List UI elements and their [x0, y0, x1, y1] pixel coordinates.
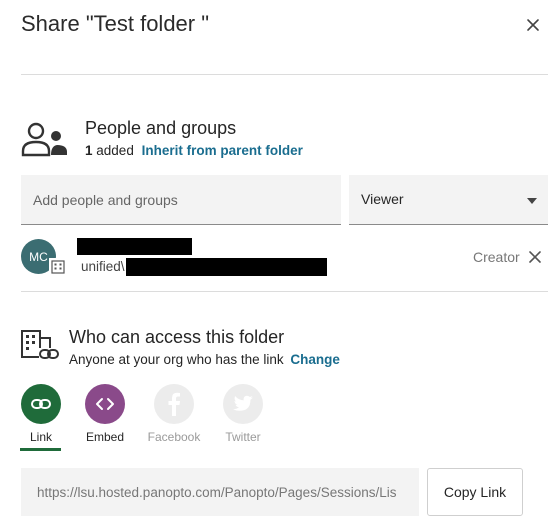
redacted-user-name: [77, 238, 192, 255]
change-access-link[interactable]: Change: [290, 352, 340, 367]
close-icon: [529, 251, 541, 263]
access-section-title: Who can access this folder: [69, 327, 285, 347]
people-count: 1: [85, 143, 93, 158]
share-embed-button[interactable]: [85, 384, 125, 424]
share-facebook-button[interactable]: [154, 384, 194, 424]
share-twitter-button[interactable]: [223, 384, 263, 424]
copy-link-button[interactable]: Copy Link: [427, 468, 523, 516]
active-tab-underline: [20, 448, 61, 451]
share-embed-label: Embed: [85, 430, 125, 444]
add-people-input[interactable]: [21, 175, 341, 225]
share-twitter-label: Twitter: [225, 430, 261, 444]
access-description: Anyone at your org who has the link: [69, 352, 284, 367]
access-description-row: Anyone at your org who has the link Chan…: [69, 352, 340, 367]
redacted-user-account: [126, 258, 327, 276]
people-count-row: 1 added Inherit from parent folder: [85, 143, 303, 158]
people-icon: [21, 122, 69, 163]
role-select-value: Viewer: [361, 191, 404, 207]
member-divider: [21, 291, 548, 292]
member-account: unified\: [81, 259, 125, 274]
header-divider: [21, 74, 548, 75]
inherit-link[interactable]: Inherit from parent folder: [142, 143, 303, 158]
close-icon: [527, 19, 539, 31]
member-role: Creator: [473, 249, 520, 265]
people-section-title: People and groups: [85, 118, 237, 138]
code-icon: [96, 398, 114, 410]
share-facebook-label: Facebook: [147, 430, 201, 444]
link-icon: [31, 399, 51, 409]
dialog-title: Share "Test folder ": [21, 11, 210, 36]
building-badge-icon: [49, 258, 67, 275]
share-link-button[interactable]: [21, 384, 61, 424]
share-link-field[interactable]: https://lsu.hosted.panopto.com/Panopto/P…: [21, 468, 419, 516]
chevron-down-icon: [527, 198, 537, 204]
people-count-suffix: added: [96, 143, 134, 158]
facebook-icon: [168, 392, 180, 416]
building-link-icon: [20, 328, 60, 367]
twitter-icon: [233, 395, 253, 411]
close-button[interactable]: [522, 14, 544, 36]
role-select[interactable]: Viewer: [349, 175, 548, 225]
share-link-label: Link: [29, 430, 52, 444]
remove-member-button[interactable]: [527, 249, 543, 265]
